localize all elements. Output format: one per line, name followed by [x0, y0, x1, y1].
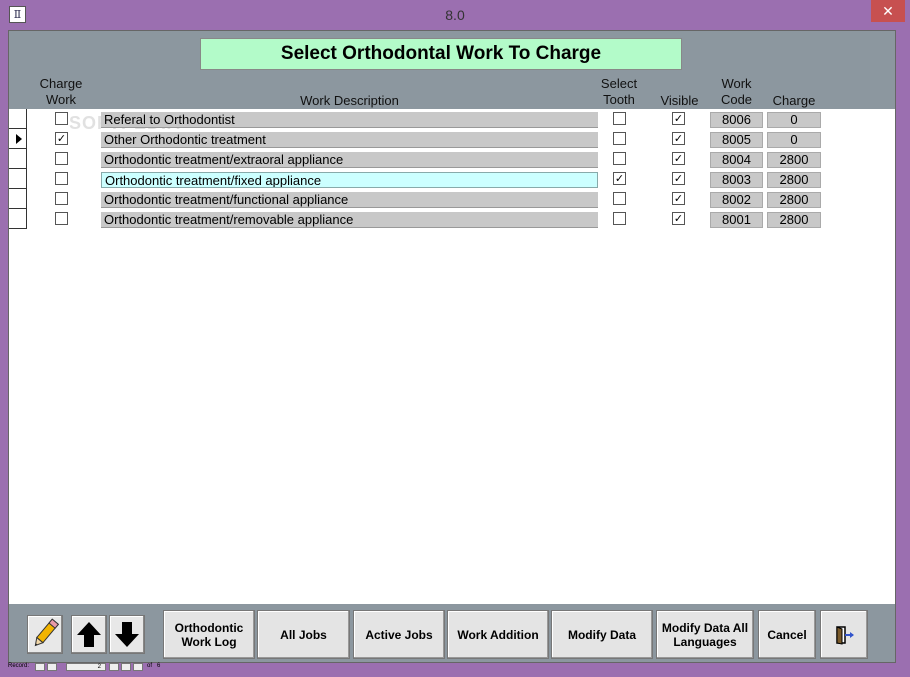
select-tooth-checkbox[interactable]: ✓	[613, 172, 626, 185]
form-client-area: Select Orthodontal Work To Charge Charge…	[8, 30, 896, 663]
charge-work-checkbox[interactable]	[55, 212, 68, 225]
record-navigator: Record: 2 of 6	[8, 663, 168, 673]
edit-button[interactable]	[27, 615, 63, 654]
column-header-charge-work: Charge Work	[31, 76, 91, 108]
charge-field[interactable]: 2800	[767, 152, 821, 168]
orthodontic-work-log-label-line2: Work Log	[181, 634, 237, 649]
list-item[interactable]: Orthodontic treatment/fixed appliance ✓ ✓ 8…	[9, 169, 895, 189]
column-header-work-code-line1: Work	[721, 76, 752, 91]
select-tooth-checkbox[interactable]	[613, 192, 626, 205]
work-code-field[interactable]: 8005	[710, 132, 763, 148]
orthodontic-work-log-label-line1: Orthodontic	[174, 620, 244, 635]
visible-checkbox[interactable]: ✓	[672, 212, 685, 225]
column-header-description: Work Description	[300, 93, 399, 108]
window-title: 8.0	[445, 7, 465, 23]
record-total: 6	[157, 663, 161, 669]
application-window: Ⅱ 8.0 ✕ Select Orthodontal Work To Charg…	[0, 0, 910, 677]
move-up-button[interactable]	[71, 615, 107, 654]
charge-work-checkbox[interactable]: ✓	[55, 132, 68, 145]
charge-work-checkbox[interactable]	[55, 192, 68, 205]
charge-field[interactable]: 0	[767, 112, 821, 128]
list-item[interactable]: ✓ Other Orthodontic treatment ✓ 8005 0	[9, 129, 895, 149]
list-item[interactable]: Referal to Orthodontist ✓ 8006 0	[9, 109, 895, 129]
modify-data-all-languages-button[interactable]: Modify Data All Languages	[656, 610, 754, 659]
work-code-field[interactable]: 8002	[710, 192, 763, 208]
visible-checkbox[interactable]: ✓	[672, 152, 685, 165]
next-record-button[interactable]	[109, 663, 119, 671]
charge-field[interactable]: 2800	[767, 212, 821, 228]
column-header-select-tooth-line1: Select	[600, 76, 638, 91]
record-selector[interactable]	[9, 169, 27, 189]
work-code-field[interactable]: 8004	[710, 152, 763, 168]
work-addition-button[interactable]: Work Addition	[447, 610, 549, 659]
last-record-button[interactable]	[121, 663, 131, 671]
work-code-field[interactable]: 8001	[710, 212, 763, 228]
close-button[interactable]: ✕	[871, 0, 905, 22]
work-code-field[interactable]: 8003	[710, 172, 763, 188]
work-description-field[interactable]: Orthodontic treatment/functional applian…	[101, 192, 598, 208]
select-tooth-checkbox[interactable]	[613, 112, 626, 125]
column-header-work-code-line2: Code	[720, 92, 753, 107]
new-record-button[interactable]	[133, 663, 143, 671]
list-item[interactable]: Orthodontic treatment/removable applianc…	[9, 209, 895, 229]
record-selector[interactable]	[9, 149, 27, 169]
modify-all-label-line1: Modify Data All	[661, 620, 749, 635]
form-title: Select Orthodontal Work To Charge	[200, 38, 682, 70]
exit-button[interactable]	[820, 610, 868, 659]
column-header-work-code: Work Code	[710, 76, 763, 108]
select-tooth-checkbox[interactable]	[613, 212, 626, 225]
pencil-icon	[34, 618, 60, 647]
charge-work-checkbox[interactable]	[55, 112, 68, 125]
arrow-up-icon	[77, 622, 101, 647]
list-item[interactable]: Orthodontic treatment/extraoral applianc…	[9, 149, 895, 169]
work-description-field[interactable]: Orthodontic treatment/fixed appliance	[101, 172, 598, 188]
column-header-charge: Charge	[772, 93, 816, 108]
previous-record-button[interactable]	[47, 663, 57, 671]
record-selector[interactable]	[9, 189, 27, 209]
column-header-charge-work-line1: Charge	[39, 76, 83, 91]
exit-door-icon	[836, 625, 854, 645]
charge-work-checkbox[interactable]	[55, 172, 68, 185]
work-description-field[interactable]: Other Orthodontic treatment	[101, 132, 598, 148]
move-down-button[interactable]	[109, 615, 145, 654]
charge-work-checkbox[interactable]	[55, 152, 68, 165]
form-header: Select Orthodontal Work To Charge Charge…	[9, 31, 895, 109]
orthodontic-work-log-button[interactable]: Orthodontic Work Log	[163, 610, 255, 659]
charge-field[interactable]: 2800	[767, 172, 821, 188]
arrow-down-icon	[115, 622, 139, 647]
record-of-label: of	[147, 663, 153, 669]
list-item[interactable]: Orthodontic treatment/functional applian…	[9, 189, 895, 209]
work-description-field[interactable]: Orthodontic treatment/extraoral applianc…	[101, 152, 598, 168]
title-bar: Ⅱ 8.0 ✕	[0, 0, 910, 30]
record-number-input[interactable]: 2	[66, 663, 106, 671]
column-header-select-tooth-line2: Tooth	[603, 92, 635, 107]
cancel-button[interactable]: Cancel	[758, 610, 816, 659]
select-tooth-checkbox[interactable]	[613, 132, 626, 145]
record-selector[interactable]	[9, 129, 27, 149]
select-tooth-checkbox[interactable]	[613, 152, 626, 165]
toolbar: Orthodontic Work Log All Jobs Active Job…	[9, 604, 895, 662]
all-jobs-button[interactable]: All Jobs	[257, 610, 350, 659]
charge-field[interactable]: 0	[767, 132, 821, 148]
charge-field[interactable]: 2800	[767, 192, 821, 208]
record-selector[interactable]	[9, 209, 27, 229]
work-description-field[interactable]: Orthodontic treatment/removable applianc…	[101, 212, 598, 228]
column-header-charge-work-line2: Work	[45, 92, 77, 107]
work-description-field[interactable]: Referal to Orthodontist	[101, 112, 598, 128]
work-code-field[interactable]: 8006	[710, 112, 763, 128]
column-header-select-tooth: Select Tooth	[589, 76, 649, 108]
first-record-button[interactable]	[35, 663, 45, 671]
modify-data-button[interactable]: Modify Data	[551, 610, 653, 659]
visible-checkbox[interactable]: ✓	[672, 192, 685, 205]
record-label: Record:	[8, 663, 30, 669]
active-jobs-button[interactable]: Active Jobs	[353, 610, 445, 659]
visible-checkbox[interactable]: ✓	[672, 112, 685, 125]
record-selector[interactable]	[9, 109, 27, 129]
visible-checkbox[interactable]: ✓	[672, 132, 685, 145]
visible-checkbox[interactable]: ✓	[672, 172, 685, 185]
column-header-visible: Visible	[660, 93, 699, 108]
modify-all-label-line2: Languages	[673, 634, 737, 649]
